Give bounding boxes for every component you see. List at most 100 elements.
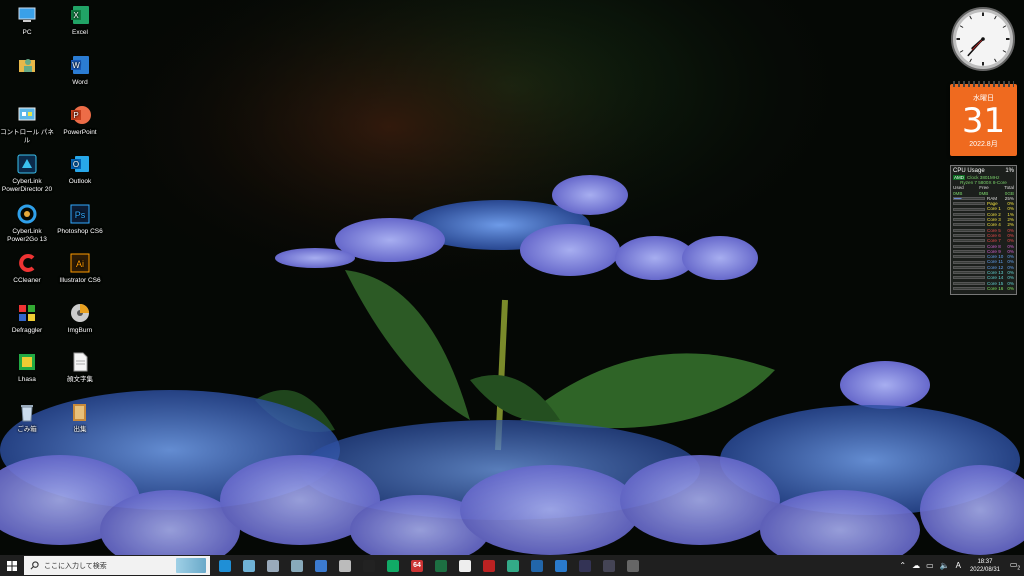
illustrator-icon: Ai [70,253,90,273]
taskbar-app-button[interactable] [310,555,332,576]
tray-chevron-up-icon[interactable]: ⌃ [899,561,906,570]
taskbar-app-button[interactable] [478,555,500,576]
taskbar-app-button[interactable] [286,555,308,576]
powerpoint-icon: P [71,106,91,124]
wallpaper-hydrangea [0,0,1024,576]
desktop-icon-label: ごみ箱 [17,426,37,433]
desktop-icon-label: Lhasa [18,376,36,383]
excel-icon: X [71,6,89,24]
monitor-icon [387,559,399,572]
onedrive-icon[interactable]: ☁ [912,561,920,570]
taskbar-search-box[interactable]: ここに入力して検索 [24,556,210,575]
desktop-icon-recycle-bin[interactable]: ごみ箱 [0,401,54,434]
settings-app-icon [627,559,639,572]
ime-mode-indicator[interactable]: A [956,561,961,570]
taskbar-app-button[interactable] [430,555,452,576]
desktop-icon-label: Outlook [68,178,92,185]
photos-icon [507,559,519,572]
notification-center-button[interactable]: ▭2 [1006,560,1024,572]
desktop-icon-folder[interactable]: 出集 [53,401,107,434]
start-button[interactable] [0,555,24,576]
taskbar-app-button[interactable] [238,555,260,576]
desktop-icon-power2go[interactable]: CyberLink Power2Go 13 [0,203,54,244]
desktop-icon-label: 出集 [73,426,87,433]
editor-icon [483,559,495,572]
taskbar-app-button[interactable] [574,555,596,576]
network-icon [291,559,303,572]
desktop-icon-control-panel[interactable]: コントロール パネル [0,104,54,145]
desktop-icon-label: Illustrator CS6 [59,277,101,284]
desktop-icon-excel[interactable]: X Excel [53,4,107,37]
desktop-icon-label: CCleaner [13,277,41,284]
svg-text:X: X [73,11,79,20]
desktop-icon-pc[interactable]: PC [0,4,54,37]
desktop-icon-label: コントロール パネル [0,129,54,144]
taskbar-app-button[interactable] [454,555,476,576]
desktop-icon-lhasa[interactable]: Lhasa [0,351,54,384]
browser-icon [531,559,543,572]
search-placeholder: ここに入力して検索 [44,562,107,570]
desktop-icon-user[interactable] [0,54,54,79]
desktop-icon-illustrator[interactable]: Ai Illustrator CS6 [53,252,107,285]
disk-icon [267,559,279,572]
taskbar-app-button[interactable] [526,555,548,576]
taskbar-app-button[interactable] [622,555,644,576]
desktop-icon-text-file[interactable]: 顔文字集 [53,351,107,384]
taskbar-app-button[interactable] [550,555,572,576]
cpu-meter-gadget[interactable]: CPU Usage 1% AMD Clock 3801MHz Ryzen 7 58… [950,165,1017,295]
svg-text:P: P [73,111,78,120]
photoshop-icon: Ps [70,204,90,224]
desktop-icon-label: PowerPoint [63,129,97,136]
clock-gadget[interactable] [950,6,1016,72]
media-icon [603,559,615,572]
desktop-icon-photoshop[interactable]: Ps Photoshop CS6 [53,203,107,236]
lhasa-icon [19,354,35,370]
notification-count: 2 [1017,565,1021,572]
taskbar-app-button[interactable] [334,555,356,576]
taskbar-clock[interactable]: 18:37 2022/08/31 [970,558,1000,574]
core-usage-bar [953,207,985,211]
explorer-icon [243,559,255,572]
taskbar-app-button[interactable] [214,555,236,576]
taskbar-app-button[interactable] [598,555,620,576]
desktop-icon-powerdirector[interactable]: CyberLink PowerDirector 20 [0,153,54,194]
taskbar-pinned-apps: 64 [214,555,646,576]
windows-logo-icon [7,560,17,571]
excel-small-icon [435,559,447,572]
volume-icon[interactable]: 🔈 [940,561,950,570]
desktop-icon-defraggler[interactable]: Defraggler [0,302,54,335]
network-icon[interactable]: ▭ [926,561,934,570]
desktop-icon-label: ImgBurn [67,327,93,334]
taskbar-app-button[interactable] [502,555,524,576]
system-tray: ⌃ ☁ ▭ 🔈 A 18:37 2022/08/31 ▭2 [896,555,1024,576]
taskbar: ここに入力して検索 64 ⌃ ☁ ▭ 🔈 A 18:37 2022/08/31 … [0,555,1024,576]
desktop-icon-ccleaner[interactable]: CCleaner [0,252,54,285]
edge-icon [219,559,231,572]
taskbar-time: 18:37 [977,558,993,565]
desktop-icon-label: Word [72,79,88,86]
core-usage-bar [953,287,985,290]
desktop-icon-label: Photoshop CS6 [57,228,103,235]
taskbar-app-button[interactable] [262,555,284,576]
core-usage-bar [953,212,985,216]
core-usage-bar [953,218,985,222]
user-folder-icon [19,59,35,72]
desktop-icon-word[interactable]: W Word [53,54,107,87]
music-icon [459,559,471,572]
desktop-icon-label: CyberLink Power2Go 13 [7,228,47,243]
taskbar-app-button[interactable]: 64 [406,555,428,576]
search-highlight-image [176,558,206,573]
taskbar-app-button[interactable] [382,555,404,576]
svg-text:Ai: Ai [76,259,84,269]
defraggler-icon [19,305,35,321]
text-file-icon [73,352,88,372]
core-usage-bar [953,234,985,238]
calendar-binding [953,81,1014,87]
calendar-gadget[interactable]: 水曜日 31 2022.8月 [950,81,1017,156]
core-value: 0% [1007,285,1014,291]
desktop-icon-powerpoint[interactable]: P PowerPoint [53,104,107,137]
taskbar-app-button[interactable] [358,555,380,576]
desktop-icon-imgburn[interactable]: ImgBurn [53,302,107,335]
ccleaner-icon [19,254,35,272]
desktop-icon-outlook[interactable]: O Outlook [53,153,107,186]
